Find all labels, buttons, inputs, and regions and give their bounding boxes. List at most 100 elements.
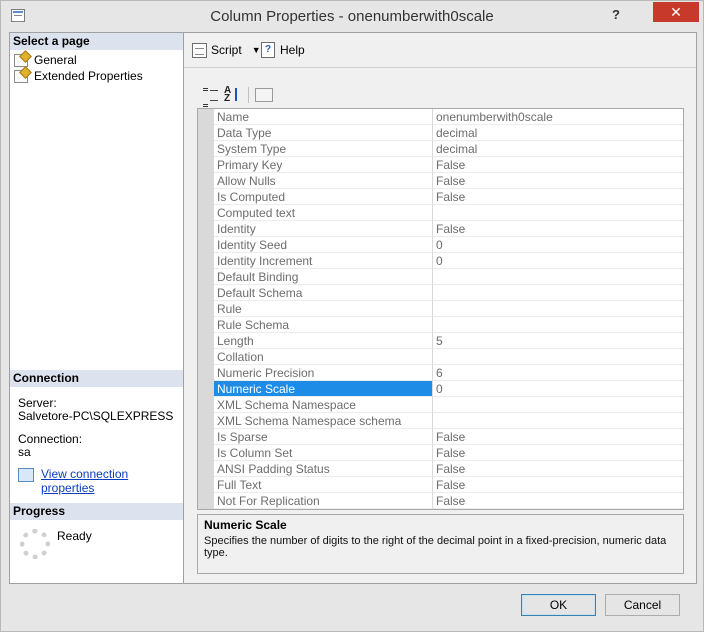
property-row[interactable]: Full Text False (198, 477, 683, 493)
property-value[interactable]: False (433, 189, 683, 205)
property-grid-area: AZ Name onenumberwith0scale Data Type decim… (197, 78, 685, 578)
property-value[interactable]: False (433, 461, 683, 477)
property-row[interactable]: Not For Replication False (198, 493, 683, 509)
property-row[interactable]: Default Binding (198, 269, 683, 285)
property-value[interactable] (433, 349, 683, 365)
property-row[interactable]: Is Sparse False (198, 429, 683, 445)
help-label: Help (280, 43, 305, 57)
property-name[interactable]: Primary Key (214, 157, 433, 173)
property-name[interactable]: Full Text (214, 477, 433, 493)
property-row[interactable]: XML Schema Namespace schema (198, 413, 683, 429)
property-row[interactable]: Identity False (198, 221, 683, 237)
chevron-down-icon[interactable]: ▼ (252, 45, 261, 55)
property-row[interactable]: Data Type decimal (198, 125, 683, 141)
property-name[interactable]: Collation (214, 349, 433, 365)
property-name[interactable]: Identity Seed (214, 237, 433, 253)
row-gutter (198, 269, 214, 285)
property-row[interactable]: Primary Key False (198, 157, 683, 173)
title-bar[interactable]: Column Properties - onenumberwith0scale … (1, 1, 703, 31)
property-pages-icon[interactable] (255, 88, 273, 102)
property-name[interactable]: Not For Replication (214, 493, 433, 509)
property-row[interactable]: Name onenumberwith0scale (198, 109, 683, 125)
column-properties-window: Column Properties - onenumberwith0scale … (0, 0, 704, 632)
property-value[interactable]: 0 (433, 253, 683, 269)
property-name[interactable]: Computed text (214, 205, 433, 221)
property-row[interactable]: Length 5 (198, 333, 683, 349)
property-row[interactable]: Identity Increment 0 (198, 253, 683, 269)
property-value[interactable] (433, 317, 683, 333)
cancel-button[interactable]: Cancel (605, 594, 680, 616)
property-row[interactable]: XML Schema Namespace (198, 397, 683, 413)
property-row[interactable]: Is Column Set False (198, 445, 683, 461)
property-name[interactable]: Allow Nulls (214, 173, 433, 189)
property-row[interactable]: Default Schema (198, 285, 683, 301)
row-gutter (198, 285, 214, 301)
close-button[interactable]: ✕ (653, 2, 699, 22)
property-value[interactable]: onenumberwith0scale (433, 109, 683, 125)
property-value[interactable]: 5 (433, 333, 683, 349)
progress-spinner-icon (20, 529, 50, 559)
property-value[interactable] (433, 301, 683, 317)
property-row[interactable]: ANSI Padding Status False (198, 461, 683, 477)
property-value[interactable] (433, 413, 683, 429)
property-row[interactable]: Numeric Precision 6 (198, 365, 683, 381)
script-button[interactable]: Script ▼ (192, 41, 261, 59)
property-value[interactable] (433, 397, 683, 413)
property-name[interactable]: ANSI Padding Status (214, 461, 433, 477)
property-value[interactable]: 0 (433, 381, 683, 397)
ok-button[interactable]: OK (521, 594, 596, 616)
script-label: Script (211, 43, 242, 57)
property-value[interactable]: False (433, 445, 683, 461)
property-value[interactable]: decimal (433, 141, 683, 157)
property-value[interactable]: False (433, 477, 683, 493)
row-gutter (198, 397, 214, 413)
property-row[interactable]: System Type decimal (198, 141, 683, 157)
help-button[interactable]: Help (261, 41, 305, 59)
property-value[interactable]: 6 (433, 365, 683, 381)
property-row[interactable]: Numeric Scale 0 (198, 381, 683, 397)
property-value[interactable] (433, 285, 683, 301)
property-name[interactable]: Is Computed (214, 189, 433, 205)
property-name[interactable]: Is Sparse (214, 429, 433, 445)
property-name[interactable]: Identity (214, 221, 433, 237)
property-name[interactable]: Numeric Precision (214, 365, 433, 381)
property-value[interactable]: False (433, 493, 683, 509)
property-value[interactable]: False (433, 221, 683, 237)
property-name[interactable]: Rule Schema (214, 317, 433, 333)
property-name[interactable]: Identity Increment (214, 253, 433, 269)
property-name[interactable]: Rule (214, 301, 433, 317)
property-name[interactable]: XML Schema Namespace (214, 397, 433, 413)
property-value[interactable]: False (433, 157, 683, 173)
page-item-general[interactable]: General (14, 52, 77, 68)
property-row[interactable]: Computed text (198, 205, 683, 221)
property-row[interactable]: Is Computed False (198, 189, 683, 205)
property-value[interactable]: decimal (433, 125, 683, 141)
row-gutter (198, 253, 214, 269)
property-value[interactable]: False (433, 173, 683, 189)
alphabetical-sort-icon[interactable]: AZ (224, 86, 242, 104)
property-value[interactable]: False (433, 429, 683, 445)
property-value[interactable]: 0 (433, 237, 683, 253)
property-name[interactable]: Data Type (214, 125, 433, 141)
property-value[interactable] (433, 269, 683, 285)
property-name[interactable]: Default Binding (214, 269, 433, 285)
categorized-view-icon[interactable] (202, 87, 220, 107)
property-row[interactable]: Identity Seed 0 (198, 237, 683, 253)
property-name[interactable]: System Type (214, 141, 433, 157)
property-name[interactable]: Length (214, 333, 433, 349)
property-grid[interactable]: Name onenumberwith0scale Data Type decimal S… (197, 108, 684, 510)
help-book-icon (261, 42, 275, 58)
page-item-extended-properties[interactable]: Extended Properties (14, 68, 143, 84)
property-name[interactable]: Name (214, 109, 433, 125)
property-name[interactable]: Numeric Scale (214, 381, 433, 397)
property-value[interactable] (433, 205, 683, 221)
help-icon[interactable]: ? (605, 5, 627, 25)
property-name[interactable]: Is Column Set (214, 445, 433, 461)
property-name[interactable]: XML Schema Namespace schema (214, 413, 433, 429)
property-name[interactable]: Default Schema (214, 285, 433, 301)
property-row[interactable]: Allow Nulls False (198, 173, 683, 189)
property-row[interactable]: Rule Schema (198, 317, 683, 333)
property-row[interactable]: Rule (198, 301, 683, 317)
property-row[interactable]: Collation (198, 349, 683, 365)
view-connection-properties-link[interactable]: View connection properties (41, 467, 183, 495)
